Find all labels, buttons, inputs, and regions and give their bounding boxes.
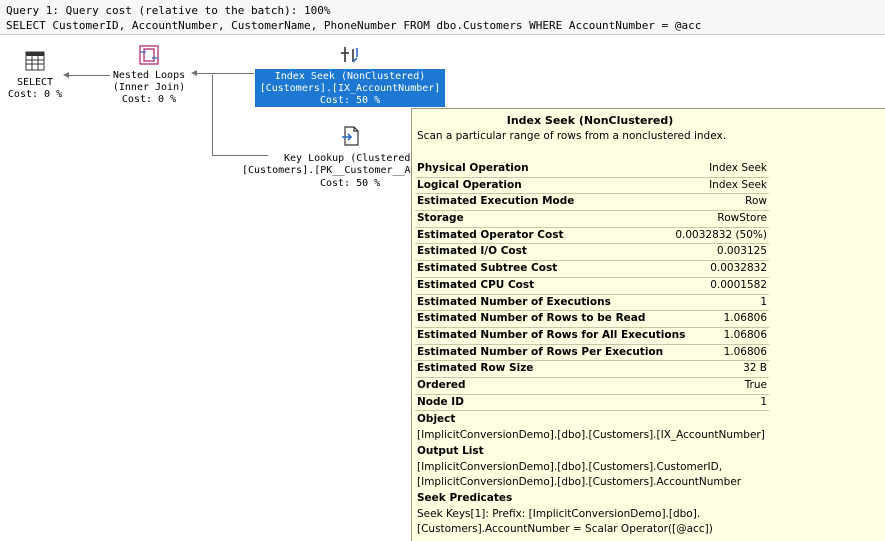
property-value: Index Seek bbox=[709, 162, 767, 174]
index-seek-operator[interactable]: Index Seek (NonClustered) [Customers].[I… bbox=[255, 69, 445, 107]
output-list-line: [ImplicitConversionDemo].[dbo].[Customer… bbox=[417, 476, 742, 488]
key-lookup-cost: Cost: 50 % bbox=[320, 178, 381, 189]
property-label: Estimated Execution Mode bbox=[417, 195, 575, 208]
property-label: Estimated Operator Cost bbox=[417, 228, 564, 241]
tooltip-title: Index Seek (NonClustered) bbox=[506, 114, 674, 127]
property-label: Estimated CPU Cost bbox=[417, 278, 535, 291]
select-cost: Cost: 0 % bbox=[7, 89, 63, 100]
property-value: 1.06806 bbox=[723, 312, 767, 325]
property-label: Logical Operation bbox=[417, 178, 522, 191]
select-icon[interactable] bbox=[25, 51, 45, 75]
property-value: 0.0032832 bbox=[710, 262, 767, 275]
key-lookup-label: Key Lookup (Clustered bbox=[284, 153, 411, 164]
property-value: True bbox=[744, 378, 767, 391]
property-value: Index Seek bbox=[709, 178, 767, 191]
property-value: RowStore bbox=[717, 212, 767, 225]
seek-predicates-heading: Seek Predicates bbox=[417, 492, 513, 504]
property-label: Storage bbox=[417, 212, 464, 225]
property-label: Estimated Row Size bbox=[417, 362, 534, 375]
property-row: Estimated Operator Cost 0.0032832 (50%) bbox=[415, 228, 769, 245]
nested-loops-icon[interactable] bbox=[138, 44, 160, 70]
nested-loops-subtitle: (Inner Join) bbox=[112, 82, 186, 93]
property-row: Estimated I/O Cost 0.003125 bbox=[415, 244, 769, 262]
operator-tooltip: Index Seek (NonClustered) Scan a particu… bbox=[411, 108, 885, 541]
property-value: 0.0032832 (50%) bbox=[675, 228, 767, 241]
object-value: [ImplicitConversionDemo].[dbo].[Customer… bbox=[417, 429, 765, 441]
index-seek-cost: Cost: 50 % bbox=[319, 95, 381, 106]
key-lookup-icon[interactable] bbox=[340, 125, 362, 151]
property-value: 1.06806 bbox=[723, 328, 767, 341]
index-seek-object: [Customers].[IX_AccountNumber] bbox=[259, 83, 441, 94]
property-row: Estimated Subtree Cost 0.0032832 bbox=[415, 261, 769, 278]
property-value: 0.0001582 bbox=[710, 278, 767, 291]
property-row: Estimated CPU Cost 0.0001582 bbox=[415, 278, 769, 295]
connector-seek-to-loops bbox=[196, 73, 254, 74]
property-row: Estimated Number of Rows Per Execution 1.… bbox=[415, 345, 769, 362]
property-label: Physical Operation bbox=[417, 162, 529, 174]
object-heading: Object bbox=[417, 413, 456, 425]
property-value: 32 B bbox=[743, 362, 767, 375]
property-label: Estimated Number of Executions bbox=[417, 295, 611, 308]
seek-predicates-line: Seek Keys[1]: Prefix: [ImplicitConversio… bbox=[417, 508, 701, 520]
property-value: 1 bbox=[760, 295, 767, 308]
property-row: Estimated Number of Rows for All Executi… bbox=[415, 328, 769, 345]
property-label: Estimated I/O Cost bbox=[417, 245, 527, 258]
property-row: Estimated Number of Rows to be Read 1.068… bbox=[415, 311, 769, 328]
property-row: Node ID 1 bbox=[415, 395, 769, 412]
property-label: Estimated Subtree Cost bbox=[417, 262, 558, 275]
tooltip-properties: Physical Operation Index Seek Logical Ope… bbox=[415, 161, 769, 412]
seek-predicates-line: [Customers].AccountNumber = Scalar Opera… bbox=[417, 523, 713, 535]
property-row: Ordered True bbox=[415, 378, 769, 395]
property-label: Estimated Number of Rows to be Read bbox=[417, 312, 646, 325]
property-value: 1.06806 bbox=[723, 345, 767, 358]
property-value: 1 bbox=[760, 395, 767, 408]
tooltip-description: Scan a particular range of rows from a n… bbox=[417, 130, 727, 142]
connector-lookup-vertical bbox=[212, 75, 213, 155]
property-label: Ordered bbox=[417, 378, 466, 391]
output-list-heading: Output List bbox=[417, 445, 484, 457]
nested-loops-label: Nested Loops bbox=[112, 70, 186, 81]
output-list-line: [ImplicitConversionDemo].[dbo].[Customer… bbox=[417, 461, 723, 473]
property-row: Estimated Number of Executions 1 bbox=[415, 295, 769, 312]
property-label: Node ID bbox=[417, 395, 464, 408]
property-row: Estimated Execution Mode Row bbox=[415, 194, 769, 212]
nested-loops-cost: Cost: 0 % bbox=[121, 94, 177, 105]
query-text-line[interactable]: SELECT CustomerID, AccountNumber, Custom… bbox=[6, 19, 701, 32]
property-row: Logical Operation Index Seek bbox=[415, 178, 769, 195]
property-row: Physical Operation Index Seek bbox=[415, 161, 769, 178]
property-row: Storage RowStore bbox=[415, 211, 769, 228]
property-row: Estimated Row Size 32 B bbox=[415, 361, 769, 378]
select-label: SELECT bbox=[16, 77, 54, 88]
index-seek-label: Index Seek (NonClustered) bbox=[274, 71, 426, 82]
query-header: Query 1: Query cost (relative to the bat… bbox=[0, 0, 885, 35]
property-value: Row bbox=[745, 195, 767, 208]
key-lookup-object: [Customers].[PK__Customer__A bbox=[242, 165, 411, 176]
index-seek-icon[interactable] bbox=[340, 44, 362, 70]
property-label: Estimated Number of Rows for All Executi… bbox=[417, 328, 686, 341]
query-cost-line: Query 1: Query cost (relative to the bat… bbox=[6, 4, 331, 17]
property-value: 0.003125 bbox=[716, 245, 767, 258]
connector-lookup-horizontal bbox=[212, 155, 268, 156]
property-label: Estimated Number of Rows Per Execution bbox=[417, 345, 664, 358]
